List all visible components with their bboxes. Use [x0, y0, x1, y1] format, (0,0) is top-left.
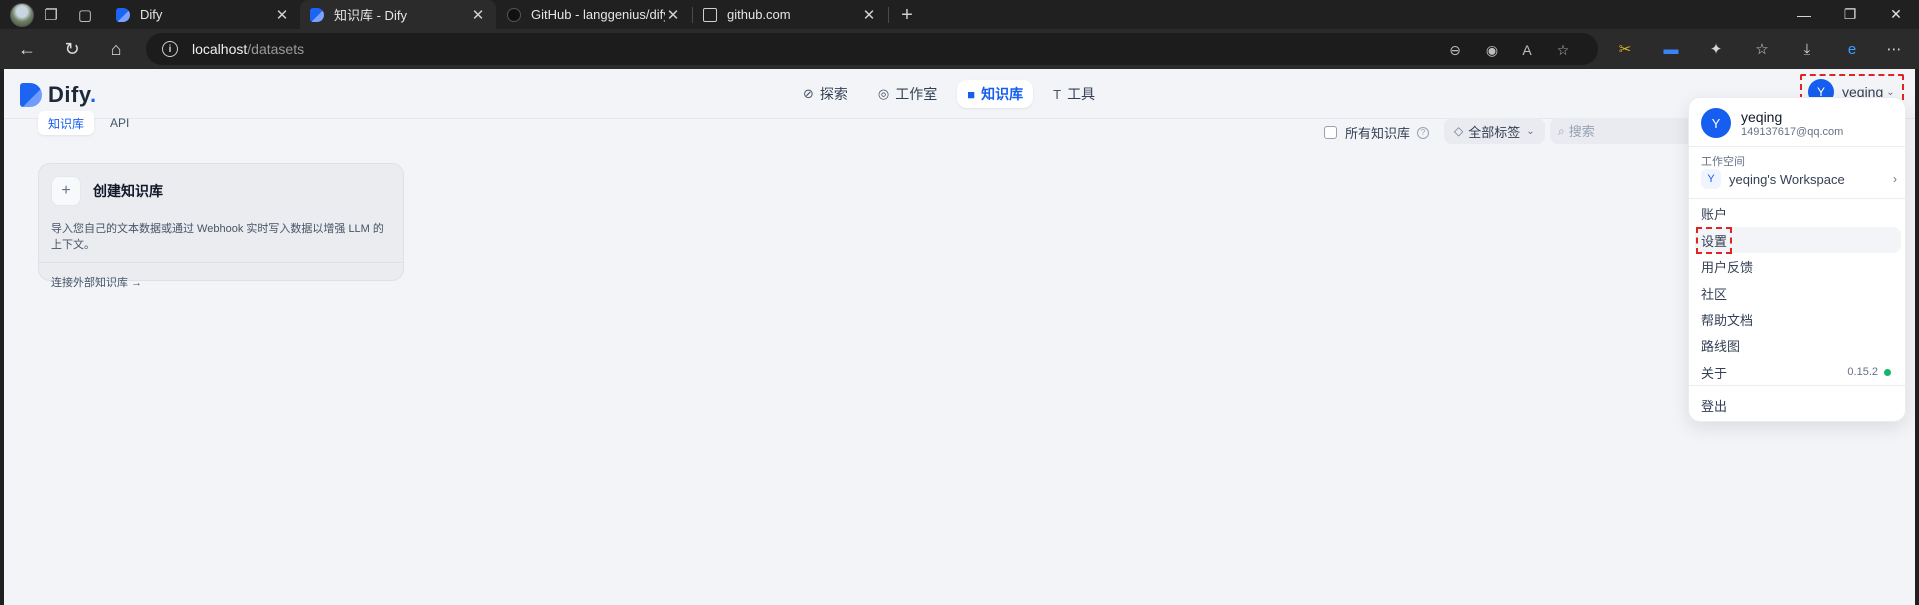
close-tab-icon[interactable]: ✕	[665, 6, 681, 24]
browser-toolbar: ← ↻ ⌂ i localhost/datasets ⊖ ◉ A ☆ ✂ ▬ ✦…	[0, 29, 1919, 69]
close-tab-icon[interactable]: ✕	[861, 6, 877, 24]
create-dataset-card[interactable]: + 创建知识库 导入您自己的文本数据或通过 Webhook 实时写入数据以增强 …	[38, 163, 404, 289]
chevron-right-icon: ›	[1893, 172, 1897, 186]
dify-logo-icon	[20, 83, 42, 107]
dify-app: Dify. ⊘ 探索 ◎ 工作室 ■ 知识库 T 工具 Y yeqing ⌄ 知…	[4, 69, 1915, 605]
home-button[interactable]: ⌂	[101, 35, 131, 63]
nav-datasets[interactable]: ■ 知识库	[957, 80, 1034, 108]
dify-icon	[310, 7, 324, 22]
plus-icon: +	[51, 176, 81, 206]
zoom-out-icon[interactable]: ⊖	[1446, 41, 1464, 59]
search-icon: ⌕	[1558, 123, 1565, 138]
nav-tools[interactable]: T 工具	[1043, 80, 1105, 108]
more-menu-icon[interactable]: ⋯	[1882, 37, 1906, 61]
dify-logo[interactable]: Dify.	[20, 82, 97, 108]
read-aloud-icon[interactable]: A	[1518, 41, 1536, 59]
restore-button[interactable]: ❐	[1827, 0, 1873, 29]
version-badge: 0.15.2	[1847, 366, 1891, 378]
downloads-icon[interactable]: ⤓	[1795, 37, 1819, 61]
menu-item-community[interactable]: 社区	[1695, 280, 1901, 306]
search-input[interactable]	[1568, 123, 1689, 139]
menu-item-account[interactable]: 账户	[1695, 200, 1901, 226]
new-tab-button[interactable]: +	[894, 3, 920, 27]
minimize-button[interactable]: —	[1781, 0, 1827, 29]
extensions-puzzle-icon[interactable]: ✦	[1704, 37, 1728, 61]
tab-actions-icon[interactable]: ▢	[72, 3, 98, 27]
main-nav: ⊘ 探索 ◎ 工作室 ■ 知识库 T 工具	[793, 80, 1105, 108]
browser-tab-dify[interactable]: Dify ✕	[106, 0, 300, 29]
chevron-down-icon: ⌄	[1526, 125, 1535, 137]
dropdown-user-email: 149137617@qq.com	[1741, 125, 1844, 138]
url-text[interactable]: localhost/datasets	[192, 41, 304, 57]
create-dataset-title: 创建知识库	[93, 183, 163, 199]
workspace-label: 工作空间	[1701, 156, 1745, 168]
profile-avatar[interactable]	[10, 3, 34, 27]
user-dropdown-menu: Y yeqing 149137617@qq.com 工作空间 Y yeqing'…	[1688, 97, 1907, 422]
all-datasets-checkbox[interactable]	[1324, 126, 1337, 139]
menu-item-settings[interactable]: 设置	[1695, 226, 1901, 254]
nav-studio[interactable]: ◎ 工作室	[868, 80, 947, 108]
nav-explore[interactable]: ⊘ 探索	[793, 80, 858, 108]
tracking-icon[interactable]: ◉	[1483, 41, 1501, 59]
app-header: Dify. ⊘ 探索 ◎ 工作室 ■ 知识库 T 工具 Y yeqing ⌄	[4, 69, 1915, 119]
tab-separator	[888, 7, 889, 23]
dropdown-user-info: Y yeqing 149137617@qq.com	[1701, 108, 1843, 138]
divider	[1689, 198, 1907, 199]
favorite-star-icon[interactable]: ☆	[1554, 41, 1572, 59]
extension-icon[interactable]: ▬	[1659, 37, 1683, 61]
tab-datasets[interactable]: 知识库	[38, 111, 95, 135]
help-icon[interactable]: ?	[1417, 126, 1430, 139]
github-icon	[507, 7, 521, 22]
edge-icon[interactable]: e	[1840, 37, 1864, 61]
tab-api[interactable]: API	[100, 111, 139, 135]
tag-icon: ◇	[1454, 124, 1464, 138]
browser-tab-strip: ❐ ▢ Dify ✕ 知识库 - Dify ✕ GitHub - langgen…	[0, 0, 1919, 29]
chevron-down-icon: ⌄	[1886, 86, 1895, 98]
browser-tab-datasets[interactable]: 知识库 - Dify ✕	[300, 0, 496, 29]
menu-item-about[interactable]: 关于 0.15.2	[1695, 359, 1901, 385]
extension-icon[interactable]: ✂	[1613, 37, 1637, 61]
workspaces-icon[interactable]: ❐	[38, 3, 64, 27]
workspace-switcher[interactable]: Y yeqing's Workspace ›	[1701, 168, 1897, 190]
close-tab-icon[interactable]: ✕	[470, 6, 486, 24]
dify-icon	[116, 7, 130, 22]
info-icon[interactable]: i	[162, 41, 178, 57]
dataset-subtabs: 知识库 API	[38, 111, 139, 135]
close-window-button[interactable]: ✕	[1873, 0, 1919, 29]
doc-icon	[703, 7, 717, 22]
compass-icon: ⊘	[803, 86, 814, 101]
robot-icon: ◎	[877, 86, 890, 101]
hammer-icon: T	[1053, 86, 1062, 102]
all-datasets-filter[interactable]: 所有知识库 ?	[1324, 123, 1430, 142]
browser-tab-github[interactable]: GitHub - langgenius/dify: Dify is a ✕	[497, 0, 691, 29]
menu-item-feedback[interactable]: 用户反馈	[1695, 253, 1901, 279]
divider	[1689, 385, 1907, 386]
search-box[interactable]: ⌕	[1550, 118, 1700, 144]
avatar: Y	[1701, 108, 1731, 138]
status-dot	[1884, 368, 1891, 376]
address-bar[interactable]: i localhost/datasets ⊖ ◉ A ☆	[146, 33, 1598, 65]
dropdown-user-name: yeqing	[1741, 108, 1783, 125]
refresh-button[interactable]: ↻	[57, 35, 87, 63]
browser-tab-github-com[interactable]: github.com ✕	[693, 0, 887, 29]
tag-filter-dropdown[interactable]: ◇ 全部标签 ⌄	[1444, 118, 1545, 144]
back-button[interactable]: ←	[12, 35, 42, 63]
workspace-icon: Y	[1701, 169, 1721, 189]
create-dataset-description: 导入您自己的文本数据或通过 Webhook 实时写入数据以增强 LLM 的上下文…	[51, 223, 384, 251]
close-tab-icon[interactable]: ✕	[274, 6, 290, 24]
favorites-icon[interactable]: ☆	[1750, 37, 1774, 61]
menu-item-docs[interactable]: 帮助文档	[1695, 306, 1901, 332]
book-icon: ■	[967, 86, 976, 102]
connect-external-dataset-link[interactable]: 连接外部知识库 →	[39, 263, 403, 301]
divider	[1689, 146, 1907, 147]
menu-item-roadmap[interactable]: 路线图	[1695, 332, 1901, 358]
menu-item-logout[interactable]: 登出	[1695, 392, 1901, 418]
